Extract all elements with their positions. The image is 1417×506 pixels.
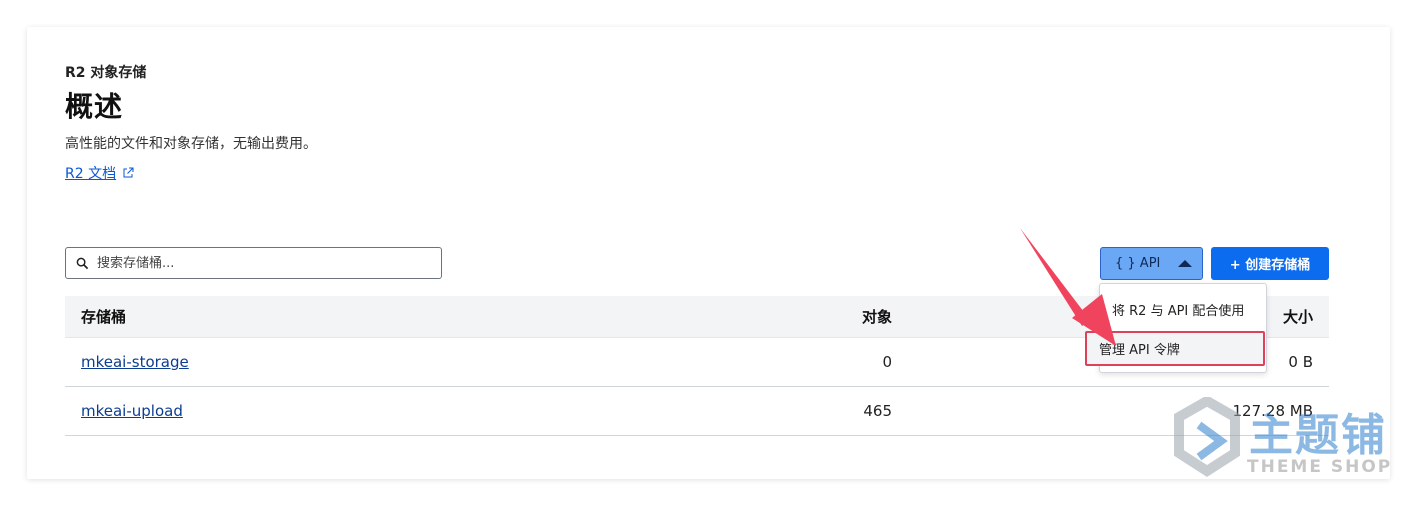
- r2-docs-link-label[interactable]: R2 文档: [65, 163, 116, 183]
- r2-docs-link[interactable]: R2 文档: [65, 163, 134, 183]
- object-count: 0: [882, 353, 892, 371]
- external-link-icon: [123, 167, 134, 178]
- page-title: 概述: [65, 90, 124, 123]
- watermark-logo-icon: [1174, 397, 1240, 477]
- menu-item-use-r2-with-api[interactable]: 将 R2 与 API 配合使用: [1112, 300, 1244, 319]
- api-dropdown-menu: 将 R2 与 API 配合使用 管理 API 令牌: [1085, 283, 1267, 373]
- bucket-link[interactable]: mkeai-upload: [81, 402, 183, 420]
- r2-overview-card: R2 对象存储 概述 高性能的文件和对象存储，无输出费用。 R2 文档 { } …: [27, 27, 1390, 479]
- bucket-search-field[interactable]: [65, 247, 442, 279]
- bucket-link[interactable]: mkeai-storage: [81, 353, 189, 371]
- table-row: mkeai-upload 465 127.28 MB: [65, 387, 1329, 436]
- annotation-arrow-icon: [1020, 228, 1116, 346]
- create-bucket-button[interactable]: + 创建存储桶: [1211, 247, 1329, 280]
- column-header-objects[interactable]: 对象: [665, 306, 892, 327]
- search-icon: [76, 257, 89, 269]
- theme-shop-watermark: 主题铺 THEME SHOP: [1169, 397, 1409, 487]
- page-eyebrow: R2 对象存储: [65, 65, 147, 81]
- page-description: 高性能的文件和对象存储，无输出费用。: [65, 136, 317, 152]
- watermark-title: 主题铺: [1249, 410, 1387, 461]
- caret-up-icon: [1178, 260, 1193, 267]
- object-count: 465: [863, 402, 892, 420]
- column-header-bucket[interactable]: 存储桶: [65, 306, 665, 327]
- watermark-subtitle: THEME SHOP: [1247, 457, 1393, 477]
- bucket-search-input[interactable]: [95, 254, 419, 272]
